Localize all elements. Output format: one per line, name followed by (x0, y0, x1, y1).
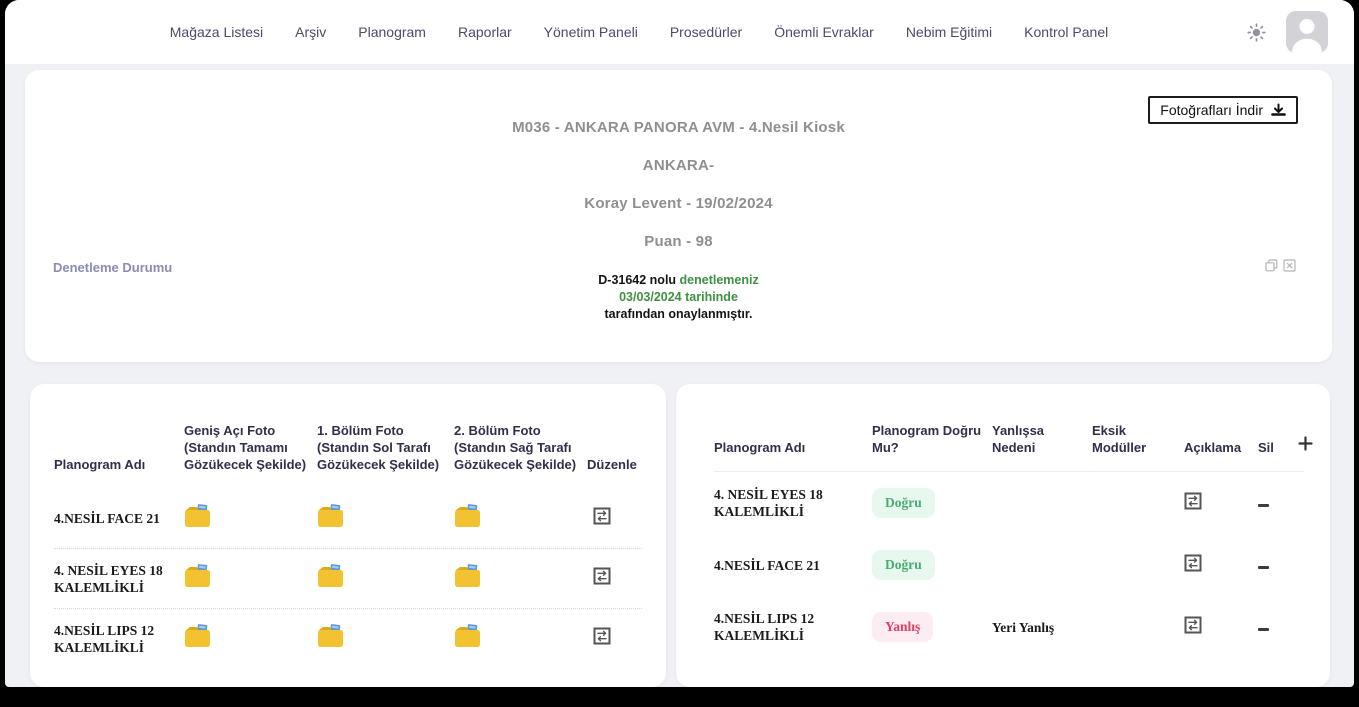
sun-icon[interactable] (1247, 23, 1266, 42)
col-header-eksik-moduller: Eksik Modüller (1092, 422, 1184, 456)
nav-item-onemli-evraklar[interactable]: Önemli Evraklar (774, 24, 874, 40)
planogram-name: 4. NESİL EYES 18 KALEMLİKLİ (714, 486, 872, 520)
col-header-duzenle: Düzenle (587, 456, 647, 473)
audit-summary-card: Fotoğrafları İndir M036 - ANKARA PANORA … (25, 70, 1332, 362)
copy-icon[interactable] (1265, 259, 1278, 272)
tables-row: Planogram Adı Geniş Açı Foto (Standın Ta… (30, 384, 1330, 687)
nav-item-arsiv[interactable]: Arşiv (295, 24, 326, 40)
review-table-row: 4. NESİL EYES 18 KALEMLİKLİ Doğru (714, 472, 1304, 534)
col-header-aciklama: Açıklama (1184, 439, 1258, 456)
navbar-right (1247, 11, 1328, 53)
col-header-planogram-dogru-mu: Planogram Doğru Mu? (872, 422, 992, 456)
nav-item-magaza-listesi[interactable]: Mağaza Listesi (170, 24, 263, 40)
photos-table-row: 4. NESİL EYES 18 KALEMLİKLİ (54, 548, 642, 608)
top-navbar: Mağaza Listesi Arşiv Planogram Raporlar … (5, 0, 1354, 64)
download-tray-icon (1271, 103, 1286, 118)
status-corner-icons (1265, 259, 1296, 272)
nav-item-prosedurler[interactable]: Prosedürler (670, 24, 742, 40)
store-title: M036 - ANKARA PANORA AVM - 4.Nesil Kiosk (25, 120, 1332, 136)
col-header-planogram-adi: Planogram Adı (714, 439, 872, 456)
auditor-date-line: Koray Levent - 19/02/2024 (25, 196, 1332, 212)
open-folder-icon[interactable] (317, 624, 344, 648)
photos-table-header: Planogram Adı Geniş Açı Foto (Standın Ta… (54, 408, 642, 488)
note-transfer-box-icon[interactable] (1184, 492, 1202, 510)
audit-header-lines: M036 - ANKARA PANORA AVM - 4.Nesil Kiosk… (25, 70, 1332, 250)
edit-transfer-box-icon[interactable] (593, 627, 611, 645)
review-table-row: 4.NESİL LIPS 12 KALEMLİKLİ Yanlış Yeri Y… (714, 596, 1304, 658)
planogram-photos-card: Planogram Adı Geniş Açı Foto (Standın Ta… (30, 384, 666, 687)
approval-suffix: tarafından onaylanmıştır. (25, 306, 1332, 323)
edit-transfer-box-icon[interactable] (593, 507, 611, 525)
edit-transfer-box-icon[interactable] (593, 567, 611, 585)
planogram-name: 4.NESİL FACE 21 (54, 510, 184, 527)
planogram-name: 4.NESİL FACE 21 (714, 557, 872, 574)
open-folder-icon[interactable] (184, 564, 211, 588)
note-transfer-box-icon[interactable] (1184, 554, 1202, 572)
col-header-genis-aci-foto: Geniş Açı Foto (Standın Tamamı Gözükecek… (184, 422, 317, 473)
planogram-name: 4.NESİL LIPS 12 KALEMLİKLİ (54, 622, 184, 656)
add-row-plus-icon[interactable] (1298, 436, 1313, 451)
planogram-review-card: Planogram Adı Planogram Doğru Mu? Yanlış… (676, 384, 1330, 687)
nav-item-yonetim-paneli[interactable]: Yönetim Paneli (544, 24, 638, 40)
planogram-name: 4.NESİL LIPS 12 KALEMLİKLİ (714, 610, 872, 644)
approval-prefix: D-31642 nolu (598, 273, 676, 287)
open-folder-icon[interactable] (317, 504, 344, 528)
col-header-sil: Sil (1258, 439, 1298, 456)
open-folder-icon[interactable] (317, 564, 344, 588)
user-avatar-icon[interactable] (1286, 11, 1328, 53)
delete-minus-icon[interactable] (1258, 566, 1269, 569)
col-header-1-bolum-foto: 1. Bölüm Foto (Standın Sol Tarafı Gözüke… (317, 422, 454, 473)
col-header-planogram-adi: Planogram Adı (54, 456, 184, 473)
approval-green-1: denetlemeniz (680, 273, 759, 287)
status-badge: Doğru (872, 488, 935, 518)
nav-item-nebim-egitimi[interactable]: Nebim Eğitimi (906, 24, 992, 40)
city-line: ANKARA- (25, 158, 1332, 174)
col-header-2-bolum-foto: 2. Bölüm Foto (Standın Sağ Tarafı Gözüke… (454, 422, 587, 473)
col-header-yanlissa-nedeni: Yanlışsa Nedeni (992, 422, 1092, 456)
main-nav: Mağaza Listesi Arşiv Planogram Raporlar … (170, 24, 1108, 40)
open-folder-icon[interactable] (184, 504, 211, 528)
download-photos-button[interactable]: Fotoğrafları İndir (1148, 96, 1298, 124)
delete-minus-icon[interactable] (1258, 504, 1269, 507)
open-folder-icon[interactable] (454, 564, 481, 588)
open-folder-icon[interactable] (184, 624, 211, 648)
nav-item-planogram[interactable]: Planogram (358, 24, 426, 40)
open-folder-icon[interactable] (454, 624, 481, 648)
nav-item-raporlar[interactable]: Raporlar (458, 24, 512, 40)
note-transfer-box-icon[interactable] (1184, 616, 1202, 634)
review-table-row: 4.NESİL FACE 21 Doğru (714, 534, 1304, 596)
photos-table-row: 4.NESİL LIPS 12 KALEMLİKLİ (54, 608, 642, 668)
status-badge: Doğru (872, 550, 935, 580)
close-box-icon[interactable] (1283, 259, 1296, 272)
score-line: Puan - 98 (25, 234, 1332, 250)
app-window: Mağaza Listesi Arşiv Planogram Raporlar … (5, 0, 1354, 687)
delete-minus-icon[interactable] (1258, 628, 1269, 631)
open-folder-icon[interactable] (454, 504, 481, 528)
approval-message: D-31642 nolu denetlemeniz 03/03/2024 tar… (25, 272, 1332, 323)
photos-table-row: 4.NESİL FACE 21 (54, 488, 642, 548)
planogram-name: 4. NESİL EYES 18 KALEMLİKLİ (54, 562, 184, 596)
approval-green-2: 03/03/2024 tarihinde (25, 289, 1332, 306)
review-table-header: Planogram Adı Planogram Doğru Mu? Yanlış… (714, 408, 1304, 472)
nav-item-kontrol-panel[interactable]: Kontrol Panel (1024, 24, 1108, 40)
wrong-reason: Yeri Yanlış (992, 619, 1092, 636)
status-badge: Yanlış (872, 612, 933, 642)
download-photos-label: Fotoğrafları İndir (1160, 102, 1263, 118)
